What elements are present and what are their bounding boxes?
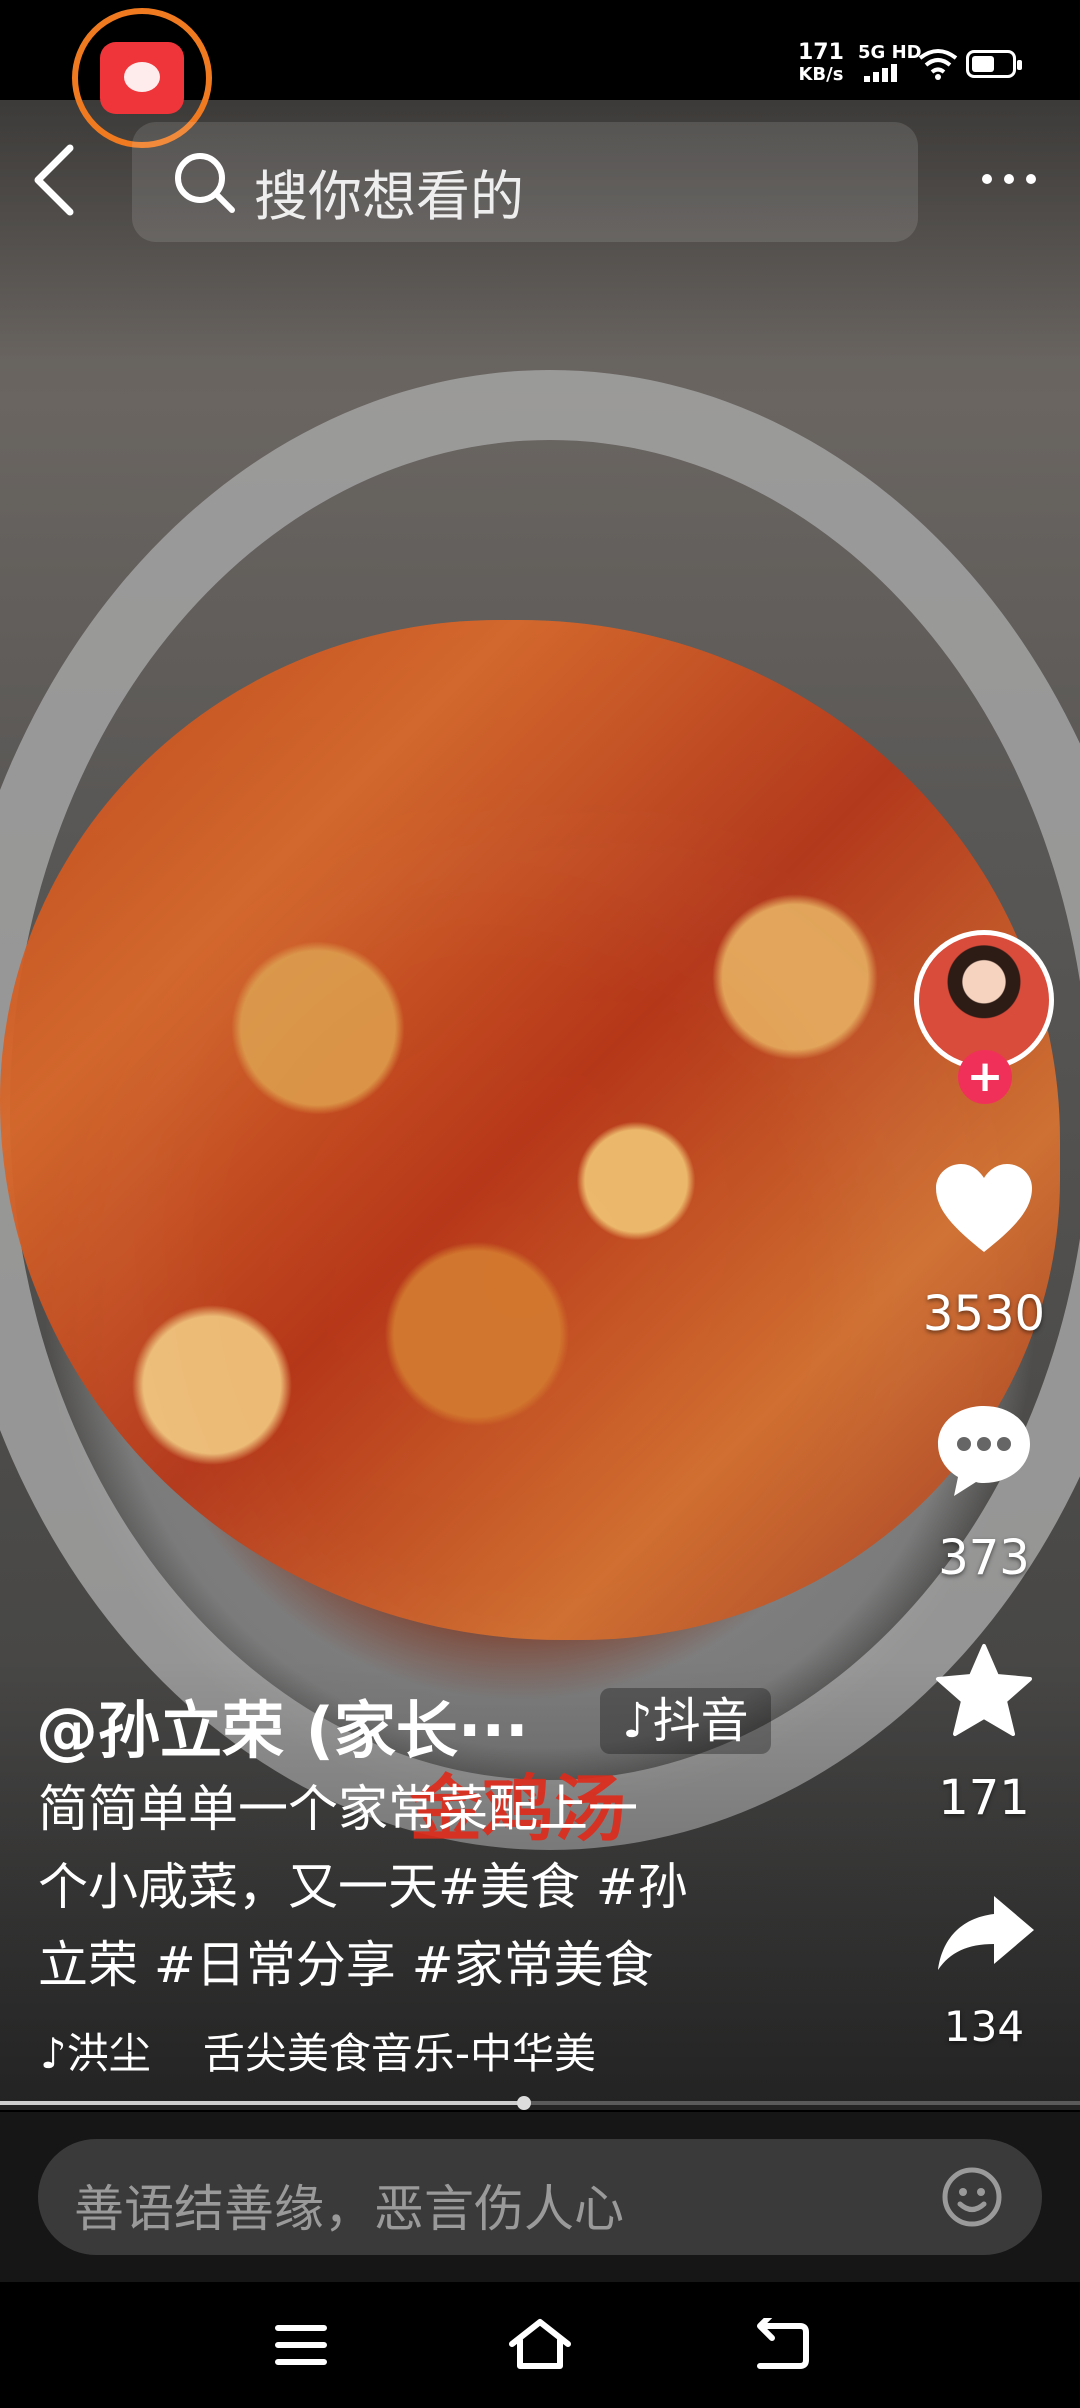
video-progress-handle[interactable] bbox=[516, 2096, 531, 2110]
menu-icon[interactable] bbox=[274, 2318, 328, 2372]
description-line: 简简单单一个家常菜配上一 bbox=[38, 1780, 638, 1838]
comment-input[interactable]: 善语结善缘，恶言伤人心 bbox=[38, 2139, 1042, 2255]
signal-icon bbox=[864, 62, 904, 82]
like-count: 3530 bbox=[922, 1286, 1046, 1342]
author-avatar[interactable] bbox=[914, 930, 1054, 1070]
comment-placeholder: 善语结善缘，恶言伤人心 bbox=[74, 2180, 624, 2238]
battery-icon bbox=[966, 50, 1022, 78]
description-line: 个小咸菜，又一天#美食 #孙 bbox=[38, 1858, 688, 1916]
more-options-button[interactable] bbox=[976, 160, 1046, 200]
like-icon[interactable] bbox=[934, 1162, 1034, 1254]
emoji-icon[interactable] bbox=[940, 2165, 1004, 2229]
music-title: 舌尖美食音乐-中华美 bbox=[202, 2029, 596, 2078]
music-artist: ♪洪尘 bbox=[40, 2029, 151, 2078]
back-nav-icon[interactable] bbox=[754, 2318, 810, 2372]
network-speed-value: 171 bbox=[798, 40, 844, 65]
comment-bar: 善语结善缘，恶言伤人心 bbox=[0, 2112, 1080, 2282]
platform-tag: ♪抖音 bbox=[600, 1688, 771, 1754]
comment-icon[interactable] bbox=[934, 1402, 1034, 1498]
video-progress-bar[interactable] bbox=[0, 2096, 1080, 2110]
search-bar[interactable]: 搜你想看的 bbox=[132, 122, 918, 242]
search-placeholder: 搜你想看的 bbox=[254, 165, 524, 228]
signal-label: 5G HD bbox=[858, 42, 922, 63]
follow-button[interactable]: + bbox=[958, 1050, 1012, 1104]
video-description[interactable]: 简简单单一个家常菜配上一 个小咸菜，又一天#美食 #孙 立荣 #日常分享 #家常… bbox=[38, 1770, 778, 2004]
back-button[interactable] bbox=[24, 140, 84, 220]
music-info[interactable]: ♪洪尘 舌尖美食音乐-中华美 bbox=[40, 2020, 596, 2081]
live-icon bbox=[100, 42, 184, 114]
description-line: 立荣 #日常分享 #家常美食 bbox=[38, 1936, 654, 1994]
comment-count: 373 bbox=[938, 1530, 1030, 1586]
favorite-star-icon[interactable] bbox=[934, 1642, 1034, 1738]
video-progress-fill bbox=[0, 2101, 524, 2105]
favorite-count: 171 bbox=[938, 1770, 1030, 1826]
search-icon bbox=[175, 153, 235, 213]
home-icon[interactable] bbox=[508, 2318, 572, 2372]
network-speed: 171 KB/s bbox=[798, 42, 844, 86]
share-icon[interactable] bbox=[936, 1892, 1036, 1972]
author-name[interactable]: @孙立荣 (家长··· bbox=[36, 1680, 529, 1770]
system-navigation-bar bbox=[0, 2282, 1080, 2408]
share-count: 134 bbox=[943, 2002, 1025, 2051]
network-speed-unit: KB/s bbox=[798, 64, 844, 85]
wifi-icon bbox=[918, 49, 958, 80]
